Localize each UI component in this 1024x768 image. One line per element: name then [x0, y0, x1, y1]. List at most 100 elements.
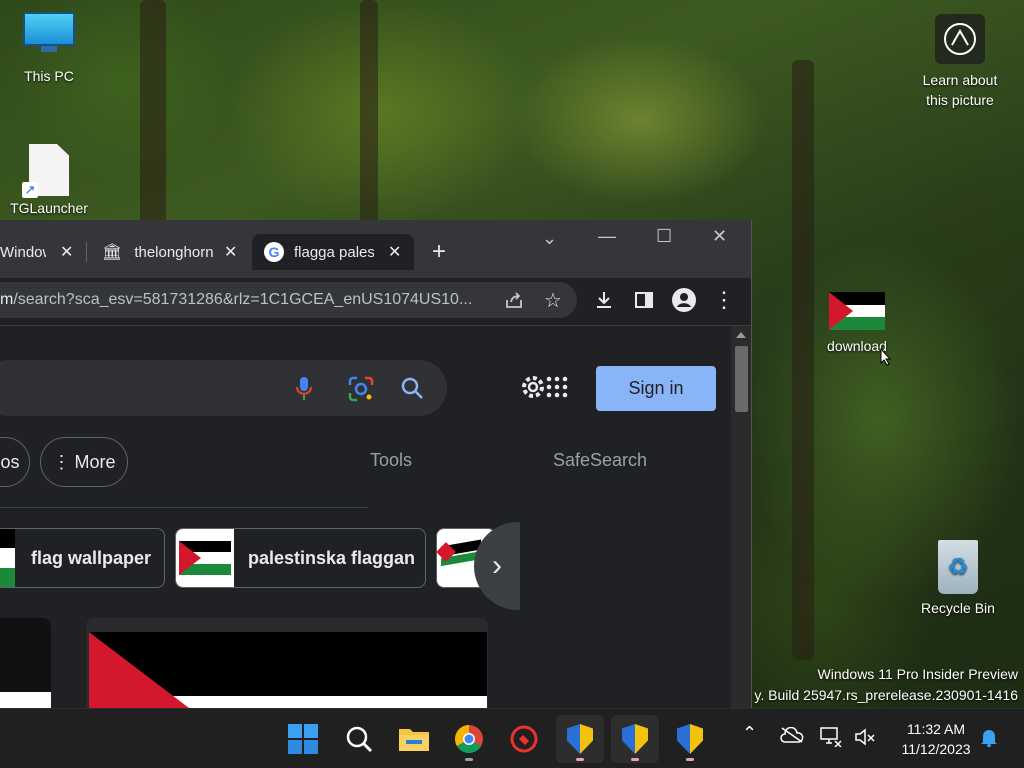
desktop-icon-tglauncher[interactable]: TGLauncher — [4, 144, 94, 216]
search-icon — [346, 726, 373, 753]
system-clock[interactable]: 11:32 AM 11/12/2023 — [886, 719, 986, 759]
chip-label: os — [0, 451, 20, 472]
tab-title: thelonghorn — [134, 243, 214, 261]
taskbar-search-button[interactable] — [335, 715, 383, 763]
google-results-page: Sign in os ⋮ More Tools SafeSearch flag w… — [0, 326, 751, 708]
settings-gear-icon[interactable] — [520, 374, 546, 405]
more-vert-icon: ⋮ — [52, 451, 71, 472]
camera-lens-icon — [935, 14, 985, 64]
chrome-window: Window ✕ 🏛 thelonghorn ✕ G flagga pales … — [0, 220, 752, 708]
search-box[interactable] — [0, 360, 447, 416]
maximize-icon[interactable]: ☐ — [656, 226, 672, 247]
tab-strip: Window ✕ 🏛 thelonghorn ✕ G flagga pales … — [0, 220, 751, 278]
security-app-button[interactable] — [556, 715, 604, 763]
desktop-icon-label: this picture — [926, 92, 994, 108]
tree-trunk — [360, 0, 378, 230]
clock-time: 11:32 AM — [906, 721, 966, 737]
notification-bell-icon[interactable] — [980, 727, 998, 752]
clock-date: 11/12/2023 — [901, 741, 971, 757]
red-app-icon — [510, 725, 538, 753]
onedrive-cloud-icon[interactable] — [780, 726, 804, 748]
volume-muted-icon[interactable] — [854, 727, 876, 752]
desktop-icon-this-pc[interactable]: This PC — [4, 12, 94, 84]
search-icon[interactable] — [400, 376, 424, 405]
palestine-flag-thumbnail — [176, 529, 234, 587]
safesearch-button[interactable]: SafeSearch — [553, 450, 647, 471]
tab-title: Window — [0, 243, 46, 261]
browser-toolbar: m/search?sca_esv=581731286&rlz=1C1GCEA_e… — [0, 278, 751, 326]
desktop-icon-recycle-bin[interactable]: ♻ Recycle Bin — [912, 540, 1004, 616]
running-indicator — [465, 758, 473, 761]
shield-icon — [622, 724, 648, 754]
scrollbar-thumb[interactable] — [735, 346, 748, 412]
suggestion-label: palestinska flaggan — [248, 547, 416, 568]
microphone-icon[interactable] — [296, 376, 312, 407]
desktop-icon-label: This PC — [24, 68, 74, 84]
watermark-line: y. Build 25947.rs_prerelease.230901-1416 — [754, 687, 1018, 703]
minimize-icon[interactable]: — — [598, 226, 616, 247]
running-indicator — [686, 758, 694, 761]
taskbar: ⌃ 11:32 AM 11/12/2023 — [0, 708, 1024, 768]
tab-thelonghorn[interactable]: 🏛 thelonghorn ✕ — [96, 234, 246, 270]
start-button[interactable] — [279, 715, 327, 763]
close-window-icon[interactable]: ✕ — [712, 226, 727, 247]
filter-chip-partial[interactable]: os — [0, 437, 30, 487]
tab-close-icon[interactable]: ✕ — [60, 242, 73, 262]
share-icon[interactable] — [502, 288, 526, 312]
google-lens-icon[interactable] — [348, 376, 374, 407]
tab-separator — [86, 242, 87, 262]
windows-watermark: Windows 11 Pro Insider Preview y. Build … — [754, 664, 1018, 706]
divider — [0, 507, 368, 508]
related-search-palestinska-flaggan[interactable]: palestinska flaggan — [175, 528, 426, 588]
url-path: /search?sca_esv=581731286&rlz=1C1GCEA_en… — [13, 291, 473, 308]
recycle-bin-icon: ♻ — [938, 540, 978, 594]
bookmark-star-icon[interactable]: ☆ — [541, 288, 565, 312]
file-explorer-button[interactable] — [390, 715, 438, 763]
desktop-icon-label: Learn about — [922, 72, 998, 88]
scrollbar[interactable] — [731, 326, 751, 708]
google-icon: G — [264, 242, 284, 262]
desktop-icon-learn-about-picture[interactable]: Learn about this picture — [918, 14, 1002, 110]
tab-flagga-palestina[interactable]: G flagga pales ✕ — [252, 234, 414, 270]
image-result[interactable] — [0, 618, 51, 708]
tab-close-icon[interactable]: ✕ — [224, 242, 237, 262]
side-panel-icon[interactable] — [632, 288, 656, 312]
running-indicator — [631, 758, 639, 761]
chrome-button[interactable] — [445, 715, 493, 763]
watermark-line: Windows 11 Pro Insider Preview — [817, 666, 1018, 682]
tab-search-chevron-icon[interactable]: ⌄ — [542, 228, 557, 249]
running-indicator — [576, 758, 584, 761]
palestine-flag-thumbnail — [0, 529, 15, 587]
menu-kebab-icon[interactable]: ⋮ — [712, 287, 736, 312]
more-filters-button[interactable]: ⋮ More — [40, 437, 128, 487]
image-result[interactable] — [86, 618, 488, 708]
address-bar[interactable]: m/search?sca_esv=581731286&rlz=1C1GCEA_e… — [0, 282, 577, 318]
desktop-icon-label: Recycle Bin — [921, 600, 995, 616]
related-search-flag-wallpaper[interactable]: flag wallpaper — [0, 528, 165, 588]
mouse-cursor-icon — [880, 348, 892, 366]
network-icon[interactable] — [820, 727, 842, 752]
suggestion-label: flag wallpaper — [31, 547, 152, 568]
app-red-button[interactable] — [500, 715, 548, 763]
tab-windows[interactable]: Window ✕ — [0, 234, 82, 270]
sign-in-button[interactable]: Sign in — [596, 366, 716, 411]
desktop-icon-download[interactable]: download — [814, 292, 900, 354]
tab-close-icon[interactable]: ✕ — [388, 242, 401, 262]
shield-icon — [677, 724, 703, 754]
security-app-button[interactable] — [611, 715, 659, 763]
url-domain: m — [0, 291, 14, 308]
tools-button[interactable]: Tools — [370, 450, 412, 471]
security-app-button[interactable] — [666, 715, 714, 763]
tab-title: flagga pales — [294, 243, 374, 261]
profile-avatar-icon[interactable] — [672, 288, 696, 312]
chip-label: More — [74, 451, 116, 472]
new-tab-button[interactable]: + — [432, 234, 456, 270]
shield-icon — [567, 724, 593, 754]
tree-trunk — [792, 60, 814, 660]
download-icon[interactable] — [592, 288, 616, 312]
scroll-up-arrow-icon[interactable] — [736, 332, 746, 338]
apps-grid-icon[interactable] — [546, 376, 568, 403]
folder-icon — [399, 729, 429, 751]
show-hidden-icons-chevron-icon[interactable]: ⌃ — [742, 723, 757, 744]
shortcut-arrow-icon: ↗ — [22, 182, 38, 198]
